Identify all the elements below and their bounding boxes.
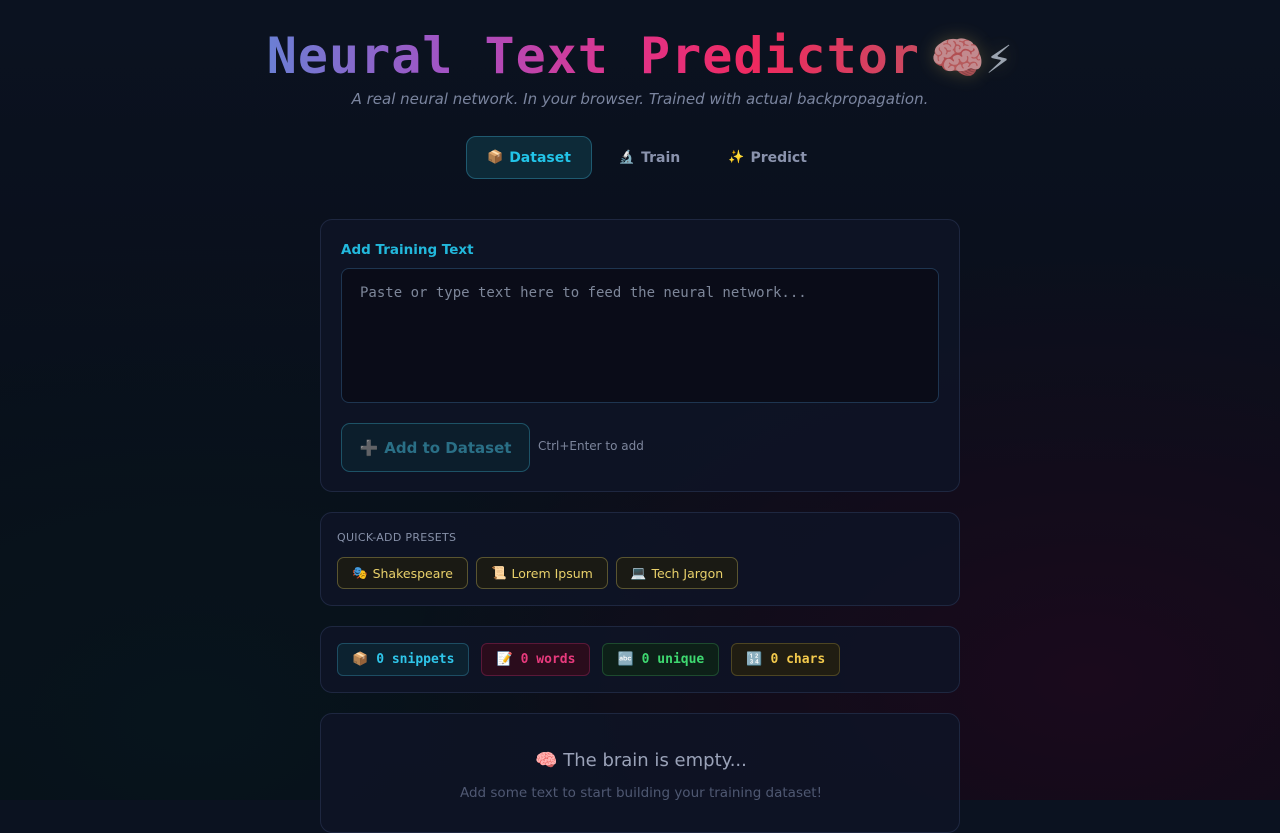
stat-text: 0 words — [520, 652, 576, 667]
snippets-count-badge: 📦 0 snippets — [337, 643, 470, 676]
preset-tech-jargon-button[interactable]: 💻 Tech Jargon — [615, 557, 739, 589]
preset-shakespeare-button[interactable]: 🎭 Shakespeare — [337, 557, 468, 589]
package-icon: 📦 — [352, 652, 369, 667]
keyboard-hint: Ctrl+Enter to add — [538, 439, 644, 453]
tab-bar: 📦 Dataset 🔬 Train ✨ Predict — [466, 136, 828, 179]
empty-state-card: 🧠 The brain is empty... Add some text to… — [320, 713, 960, 833]
scroll-icon: 📜 — [490, 565, 507, 580]
training-text-input[interactable] — [341, 268, 939, 403]
theater-masks-icon: 🎭 — [352, 565, 368, 580]
abc-icon: 🔤 — [617, 652, 634, 667]
laptop-icon: 💻 — [630, 565, 647, 580]
preset-label: Shakespeare — [372, 565, 453, 581]
add-text-card: Add Training Text ➕ Add to Dataset Ctrl+… — [320, 219, 960, 492]
add-text-label: Add Training Text — [341, 242, 474, 258]
microscope-icon: 🔬 — [618, 150, 636, 165]
tab-train[interactable]: 🔬 Train — [598, 136, 701, 179]
unique-count-badge: 🔤 0 unique — [602, 643, 720, 676]
tab-label: Dataset — [509, 149, 571, 166]
add-button-label: Add to Dataset — [384, 438, 512, 457]
package-icon: 📦 — [487, 150, 504, 165]
page-subtitle: A real neural network. In your browser. … — [351, 90, 929, 108]
preset-label: Lorem Ipsum — [511, 565, 593, 581]
stats-list: 📦 0 snippets 📝 0 words 🔤 0 unique 🔢 0 ch… — [337, 643, 841, 676]
empty-state-title: 🧠 The brain is empty... — [321, 750, 961, 771]
brain-bolt-icon: 🧠⚡ — [929, 33, 1014, 84]
numbers-icon: 🔢 — [746, 652, 763, 667]
presets-card: QUICK-ADD PRESETS 🎭 Shakespeare 📜 Lorem … — [320, 512, 960, 606]
stats-card: 📦 0 snippets 📝 0 words 🔤 0 unique 🔢 0 ch… — [320, 626, 960, 693]
page-title: Neural Text Predictor 🧠⚡ — [0, 28, 1280, 87]
chars-count-badge: 🔢 0 chars — [731, 643, 841, 676]
page-title-text: Neural Text Predictor — [266, 27, 920, 85]
presets-label: QUICK-ADD PRESETS — [337, 531, 457, 544]
memo-icon: 📝 — [496, 652, 513, 667]
brain-icon: 🧠 — [535, 750, 558, 771]
preset-list: 🎭 Shakespeare 📜 Lorem Ipsum 💻 Tech Jargo… — [337, 557, 739, 589]
words-count-badge: 📝 0 words — [481, 643, 591, 676]
preset-lorem-ipsum-button[interactable]: 📜 Lorem Ipsum — [475, 557, 608, 589]
tab-label: Predict — [750, 149, 807, 166]
plus-icon: ➕ — [359, 438, 379, 457]
sparkles-icon: ✨ — [728, 150, 745, 165]
stat-text: 0 unique — [641, 652, 705, 667]
preset-label: Tech Jargon — [651, 565, 724, 581]
tab-dataset[interactable]: 📦 Dataset — [466, 136, 592, 179]
add-to-dataset-button[interactable]: ➕ Add to Dataset — [341, 423, 530, 472]
stat-text: 0 snippets — [376, 652, 455, 667]
stat-text: 0 chars — [770, 652, 826, 667]
tab-predict[interactable]: ✨ Predict — [707, 136, 828, 179]
empty-state-title-text: The brain is empty... — [563, 750, 747, 771]
empty-state-subtitle: Add some text to start building your tra… — [459, 785, 823, 801]
tab-label: Train — [641, 149, 681, 166]
